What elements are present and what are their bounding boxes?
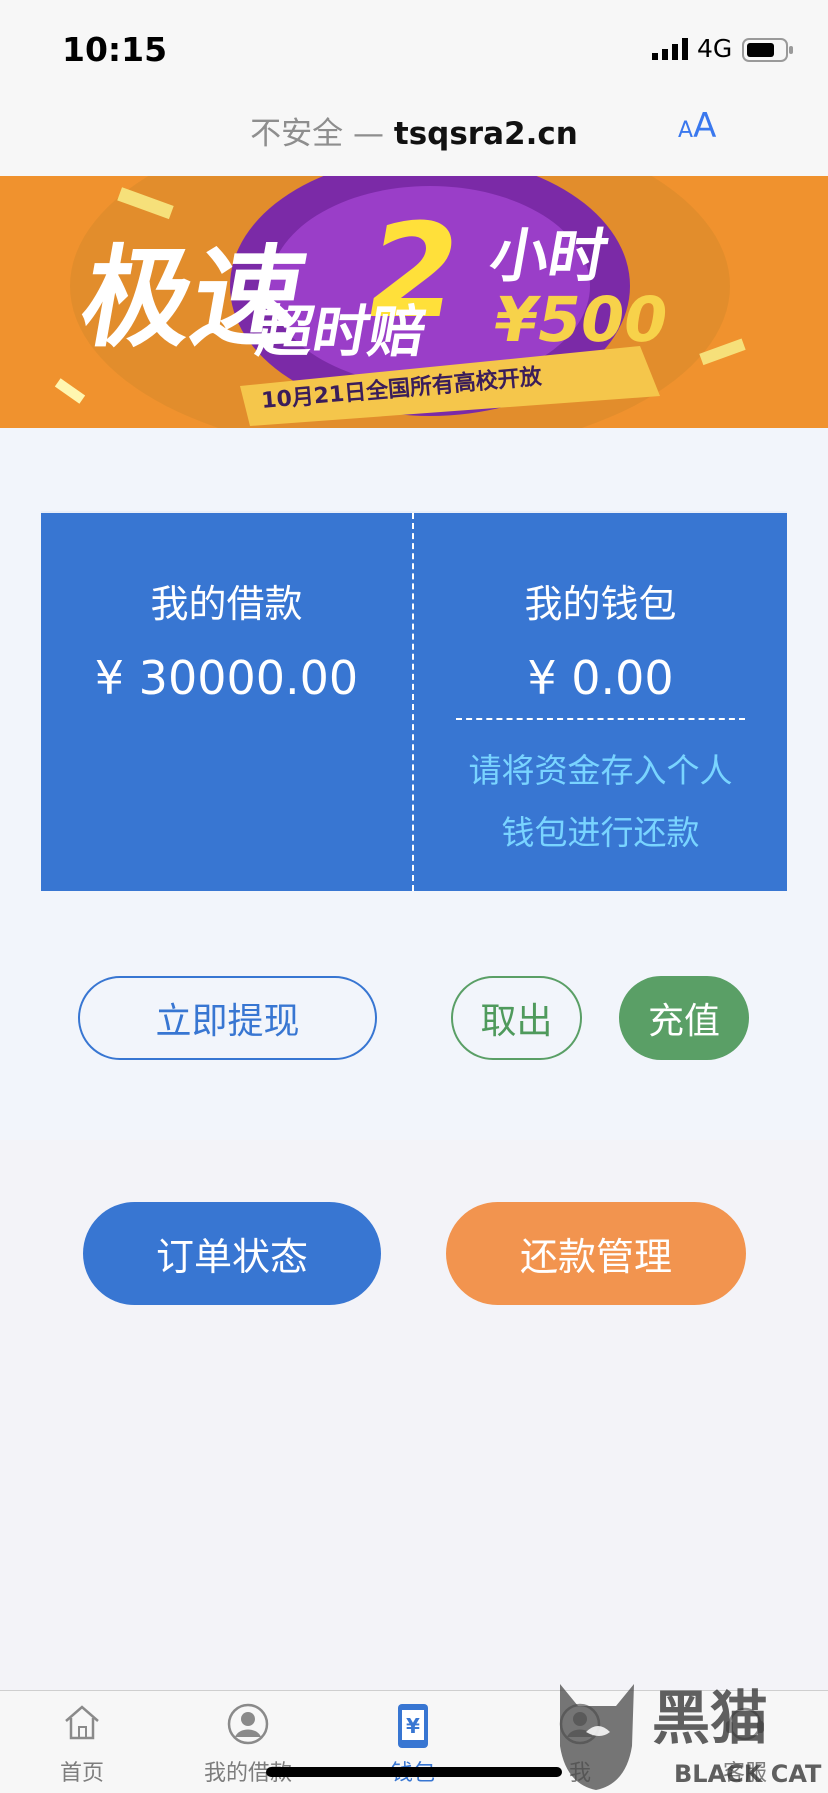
wallet-label: 我的钱包 <box>524 582 677 626</box>
wallet-tip-line1: 请将资金存入个人 <box>468 751 733 790</box>
network-type: 4G <box>697 34 733 63</box>
recharge-button[interactable]: 充值 <box>619 976 749 1060</box>
tab-wallet[interactable]: ¥ 钱包 <box>338 1691 488 1793</box>
repay-manage-button[interactable]: 还款管理 <box>446 1202 746 1305</box>
status-bar: 10:15 4G <box>0 0 828 90</box>
wallet-separator <box>456 718 745 720</box>
svg-text:¥: ¥ <box>406 1714 420 1738</box>
url-bar[interactable]: 不安全 — tsqsra2.cn AA <box>0 90 828 176</box>
tab-home-label: 首页 <box>59 1761 104 1786</box>
tab-my-loan[interactable]: 我的借款 <box>173 1691 323 1793</box>
wallet-section: 我的借款 ¥ 30000.00 我的钱包 ¥ 0.00 请将资金存入个人 钱包进… <box>0 428 828 1140</box>
signal-icon <box>652 38 688 60</box>
watermark-text-en: BLACK CAT <box>674 1760 822 1788</box>
blackcat-watermark: 黑猫 BLACK CAT <box>560 1684 822 1790</box>
status-time: 10:15 <box>62 30 168 69</box>
withdraw-button[interactable]: 立即提现 <box>78 976 377 1060</box>
home-indicator[interactable] <box>266 1767 562 1777</box>
battery-icon <box>742 38 793 62</box>
loan-column: 我的借款 ¥ 30000.00 <box>41 513 412 891</box>
wallet-tip-line2: 钱包进行还款 <box>501 813 700 852</box>
text-size-large-glyph: A <box>693 106 717 146</box>
banner-amount: ¥500 <box>488 283 673 355</box>
promo-banner[interactable]: 极速 2 小时 超时赔 ¥500 10月21日全国所有高校开放 <box>0 176 828 428</box>
wallet-tip: 请将资金存入个人 钱包进行还款 <box>454 740 747 864</box>
tab-home[interactable]: 首页 <box>7 1691 157 1793</box>
order-status-button[interactable]: 订单状态 <box>83 1202 381 1305</box>
url-security-label: 不安全 — <box>250 116 394 152</box>
wallet-phone-icon: ¥ <box>398 1704 428 1748</box>
home-icon <box>65 1705 99 1740</box>
watermark-text-cn: 黑猫 <box>652 1684 768 1752</box>
wallet-column: 我的钱包 ¥ 0.00 请将资金存入个人 钱包进行还款 <box>414 513 787 891</box>
banner-graphic: 极速 2 小时 超时赔 ¥500 10月21日全国所有高校开放 <box>54 176 746 428</box>
banner-headline-3: 超时赔 <box>252 300 431 365</box>
text-size-button[interactable]: AA <box>678 106 716 146</box>
balance-card: 我的借款 ¥ 30000.00 我的钱包 ¥ 0.00 请将资金存入个人 钱包进… <box>41 511 787 891</box>
loan-label: 我的借款 <box>150 582 303 626</box>
text-size-small-glyph: A <box>678 118 694 143</box>
banner-headline-2: 小时 <box>485 222 613 289</box>
loan-amount: ¥ 30000.00 <box>94 651 359 705</box>
url-domain: tsqsra2.cn <box>393 116 578 152</box>
wallet-amount: ¥ 0.00 <box>527 651 674 705</box>
user-icon <box>227 1703 269 1745</box>
takeout-button[interactable]: 取出 <box>451 976 582 1060</box>
